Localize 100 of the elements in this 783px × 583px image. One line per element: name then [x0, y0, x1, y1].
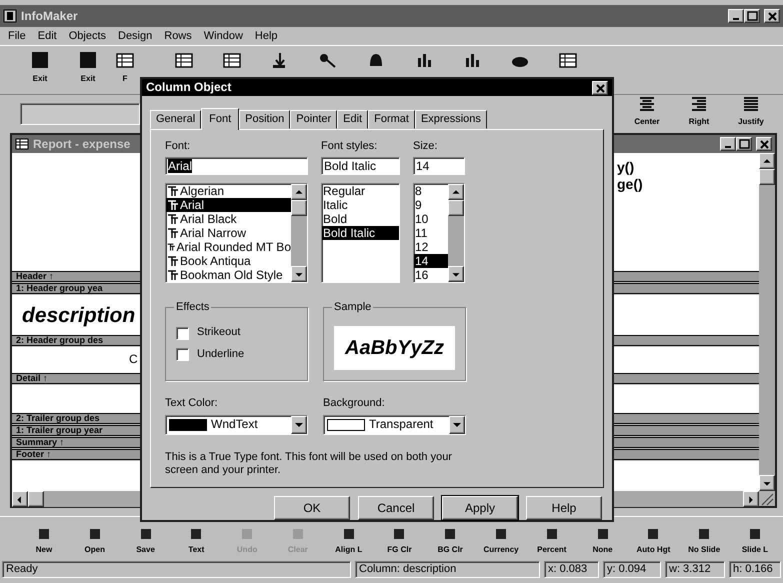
text-field[interactable]: Bold Italic [321, 157, 400, 176]
list-item[interactable]: Arial Narrow [166, 226, 291, 240]
dropdown-button[interactable] [449, 416, 465, 434]
scrollbar-thumb[interactable] [759, 169, 775, 185]
toolbar-button[interactable]: F [112, 46, 138, 92]
close-button[interactable] [756, 137, 772, 151]
toolbar-button[interactable]: FG Clr [375, 522, 424, 554]
scrollbar-thumb[interactable] [28, 490, 44, 506]
color-dropdown[interactable]: Transparent [323, 414, 466, 435]
dialog-button[interactable]: Cancel [358, 496, 434, 520]
info-text: This is a True Type font. This font will be used on both your screen and your printer. [165, 450, 453, 477]
toolbar-button[interactable]: Exit [16, 46, 64, 92]
list-item[interactable]: Italic [322, 198, 399, 212]
square-icon [37, 526, 51, 540]
menu-item[interactable]: File [2, 27, 32, 45]
align-button[interactable]: Justify [727, 91, 775, 137]
toolbar-button[interactable]: Slide L [730, 522, 779, 554]
list-item[interactable]: 10 [414, 212, 448, 226]
toolbar-button[interactable]: New [20, 522, 68, 554]
list-item[interactable]: 11 [414, 226, 448, 240]
tab[interactable]: Font [201, 108, 240, 130]
tab[interactable]: Pointer [290, 110, 338, 130]
square-icon [88, 526, 102, 540]
list-item[interactable]: Book Antiqua [166, 254, 291, 268]
list-box[interactable]: 8 9 10 11 12 14 16 [413, 183, 465, 284]
minimize-button[interactable] [728, 9, 744, 23]
close-button[interactable] [764, 9, 780, 23]
list-item[interactable]: Arial Black [166, 212, 291, 226]
align-button[interactable]: Right [675, 91, 723, 137]
menu-item[interactable]: Objects [62, 27, 112, 45]
dialog-button[interactable]: OK [274, 496, 350, 520]
maximize-button[interactable] [736, 137, 752, 151]
list-item[interactable]: Arial Rounded MT Bo [166, 240, 291, 254]
list-box[interactable]: Regular Italic Bold Bold Italic [321, 183, 400, 284]
color-dropdown[interactable]: WndText [165, 414, 308, 435]
align-button[interactable]: Center [623, 91, 671, 137]
dialog-button[interactable]: Apply [442, 496, 518, 520]
minimize-button[interactable] [720, 137, 736, 151]
menu-item[interactable]: Window [198, 27, 249, 45]
toolbar-button[interactable]: Auto Hgt [629, 522, 678, 554]
scroll-down-button[interactable] [448, 266, 464, 282]
toolbar-button[interactable]: Currency [477, 522, 526, 554]
list-item[interactable]: Arial [166, 198, 291, 212]
scrollbar-thumb[interactable] [448, 200, 464, 216]
toolbar-button[interactable]: None [578, 522, 627, 554]
toolbar-button[interactable]: Align L [324, 522, 373, 554]
menu-item[interactable]: Design [112, 27, 158, 45]
scroll-right-button[interactable] [743, 490, 759, 506]
tab[interactable]: Position [239, 110, 290, 130]
text-field[interactable]: Arial [165, 157, 308, 176]
tab[interactable]: Format [368, 110, 415, 130]
checkbox[interactable] [176, 348, 189, 361]
list-item[interactable]: Bold [322, 212, 399, 226]
list-item[interactable]: 9 [414, 198, 448, 212]
toolbar-button[interactable]: No Slide [680, 522, 728, 554]
dialog-button[interactable]: Help [526, 496, 602, 520]
toolbar-button[interactable]: Save [122, 522, 170, 554]
menu-item[interactable]: Edit [32, 27, 63, 45]
field-label: Size: [413, 140, 438, 154]
scroll-up-button[interactable] [759, 153, 775, 169]
list-item[interactable]: Bookman Old Style [166, 268, 291, 282]
scroll-down-button[interactable] [291, 266, 307, 282]
scroll-down-button[interactable] [759, 475, 775, 491]
list-item[interactable]: Bold Italic [322, 226, 399, 240]
square-icon [748, 526, 762, 540]
maximize-button[interactable] [744, 9, 760, 23]
list-box[interactable]: Algerian Arial Arial Black Arial Narrow Arial Rounded MT Bo Book Antiqua Bookman Old Style [165, 183, 308, 284]
tab[interactable]: General [150, 110, 202, 130]
dropdown-button[interactable] [291, 416, 307, 434]
text-field[interactable]: 14 [413, 157, 465, 176]
list-item[interactable]: 12 [414, 240, 448, 254]
tab[interactable]: Expressions [414, 110, 487, 130]
menu-item[interactable]: Help [248, 27, 284, 45]
truetype-icon [167, 255, 179, 268]
list-item[interactable]: 16 [414, 268, 448, 282]
list-item[interactable]: 8 [414, 184, 448, 198]
checkbox[interactable] [176, 326, 189, 340]
toolbar-button[interactable]: Text [172, 522, 220, 554]
scroll-up-button[interactable] [291, 184, 307, 200]
toolbar-button[interactable]: Exit [64, 46, 112, 92]
list-item[interactable]: Regular [322, 184, 399, 198]
status-text: Ready [2, 561, 351, 578]
tab[interactable]: Edit [337, 110, 368, 130]
toolbar-button[interactable]: Open [70, 522, 119, 554]
scrollbar-thumb[interactable] [291, 200, 307, 216]
text-field[interactable] [20, 103, 140, 125]
truetype-icon [167, 199, 179, 212]
square-icon [77, 50, 99, 70]
dialog-title: Column Object [146, 80, 232, 95]
menu-item[interactable]: Rows [158, 27, 198, 45]
scroll-left-button[interactable] [12, 490, 28, 506]
list-item[interactable]: 14 [414, 254, 448, 268]
list-item[interactable]: Algerian [166, 184, 291, 198]
toolbar-button[interactable]: BG Clr [426, 522, 474, 554]
group-title: Sample [332, 301, 374, 315]
toolbar-button[interactable]: Percent [528, 522, 576, 554]
window-title: InfoMaker [21, 8, 78, 24]
square-icon [240, 526, 254, 540]
close-button[interactable] [592, 80, 608, 95]
scroll-up-button[interactable] [448, 184, 464, 200]
